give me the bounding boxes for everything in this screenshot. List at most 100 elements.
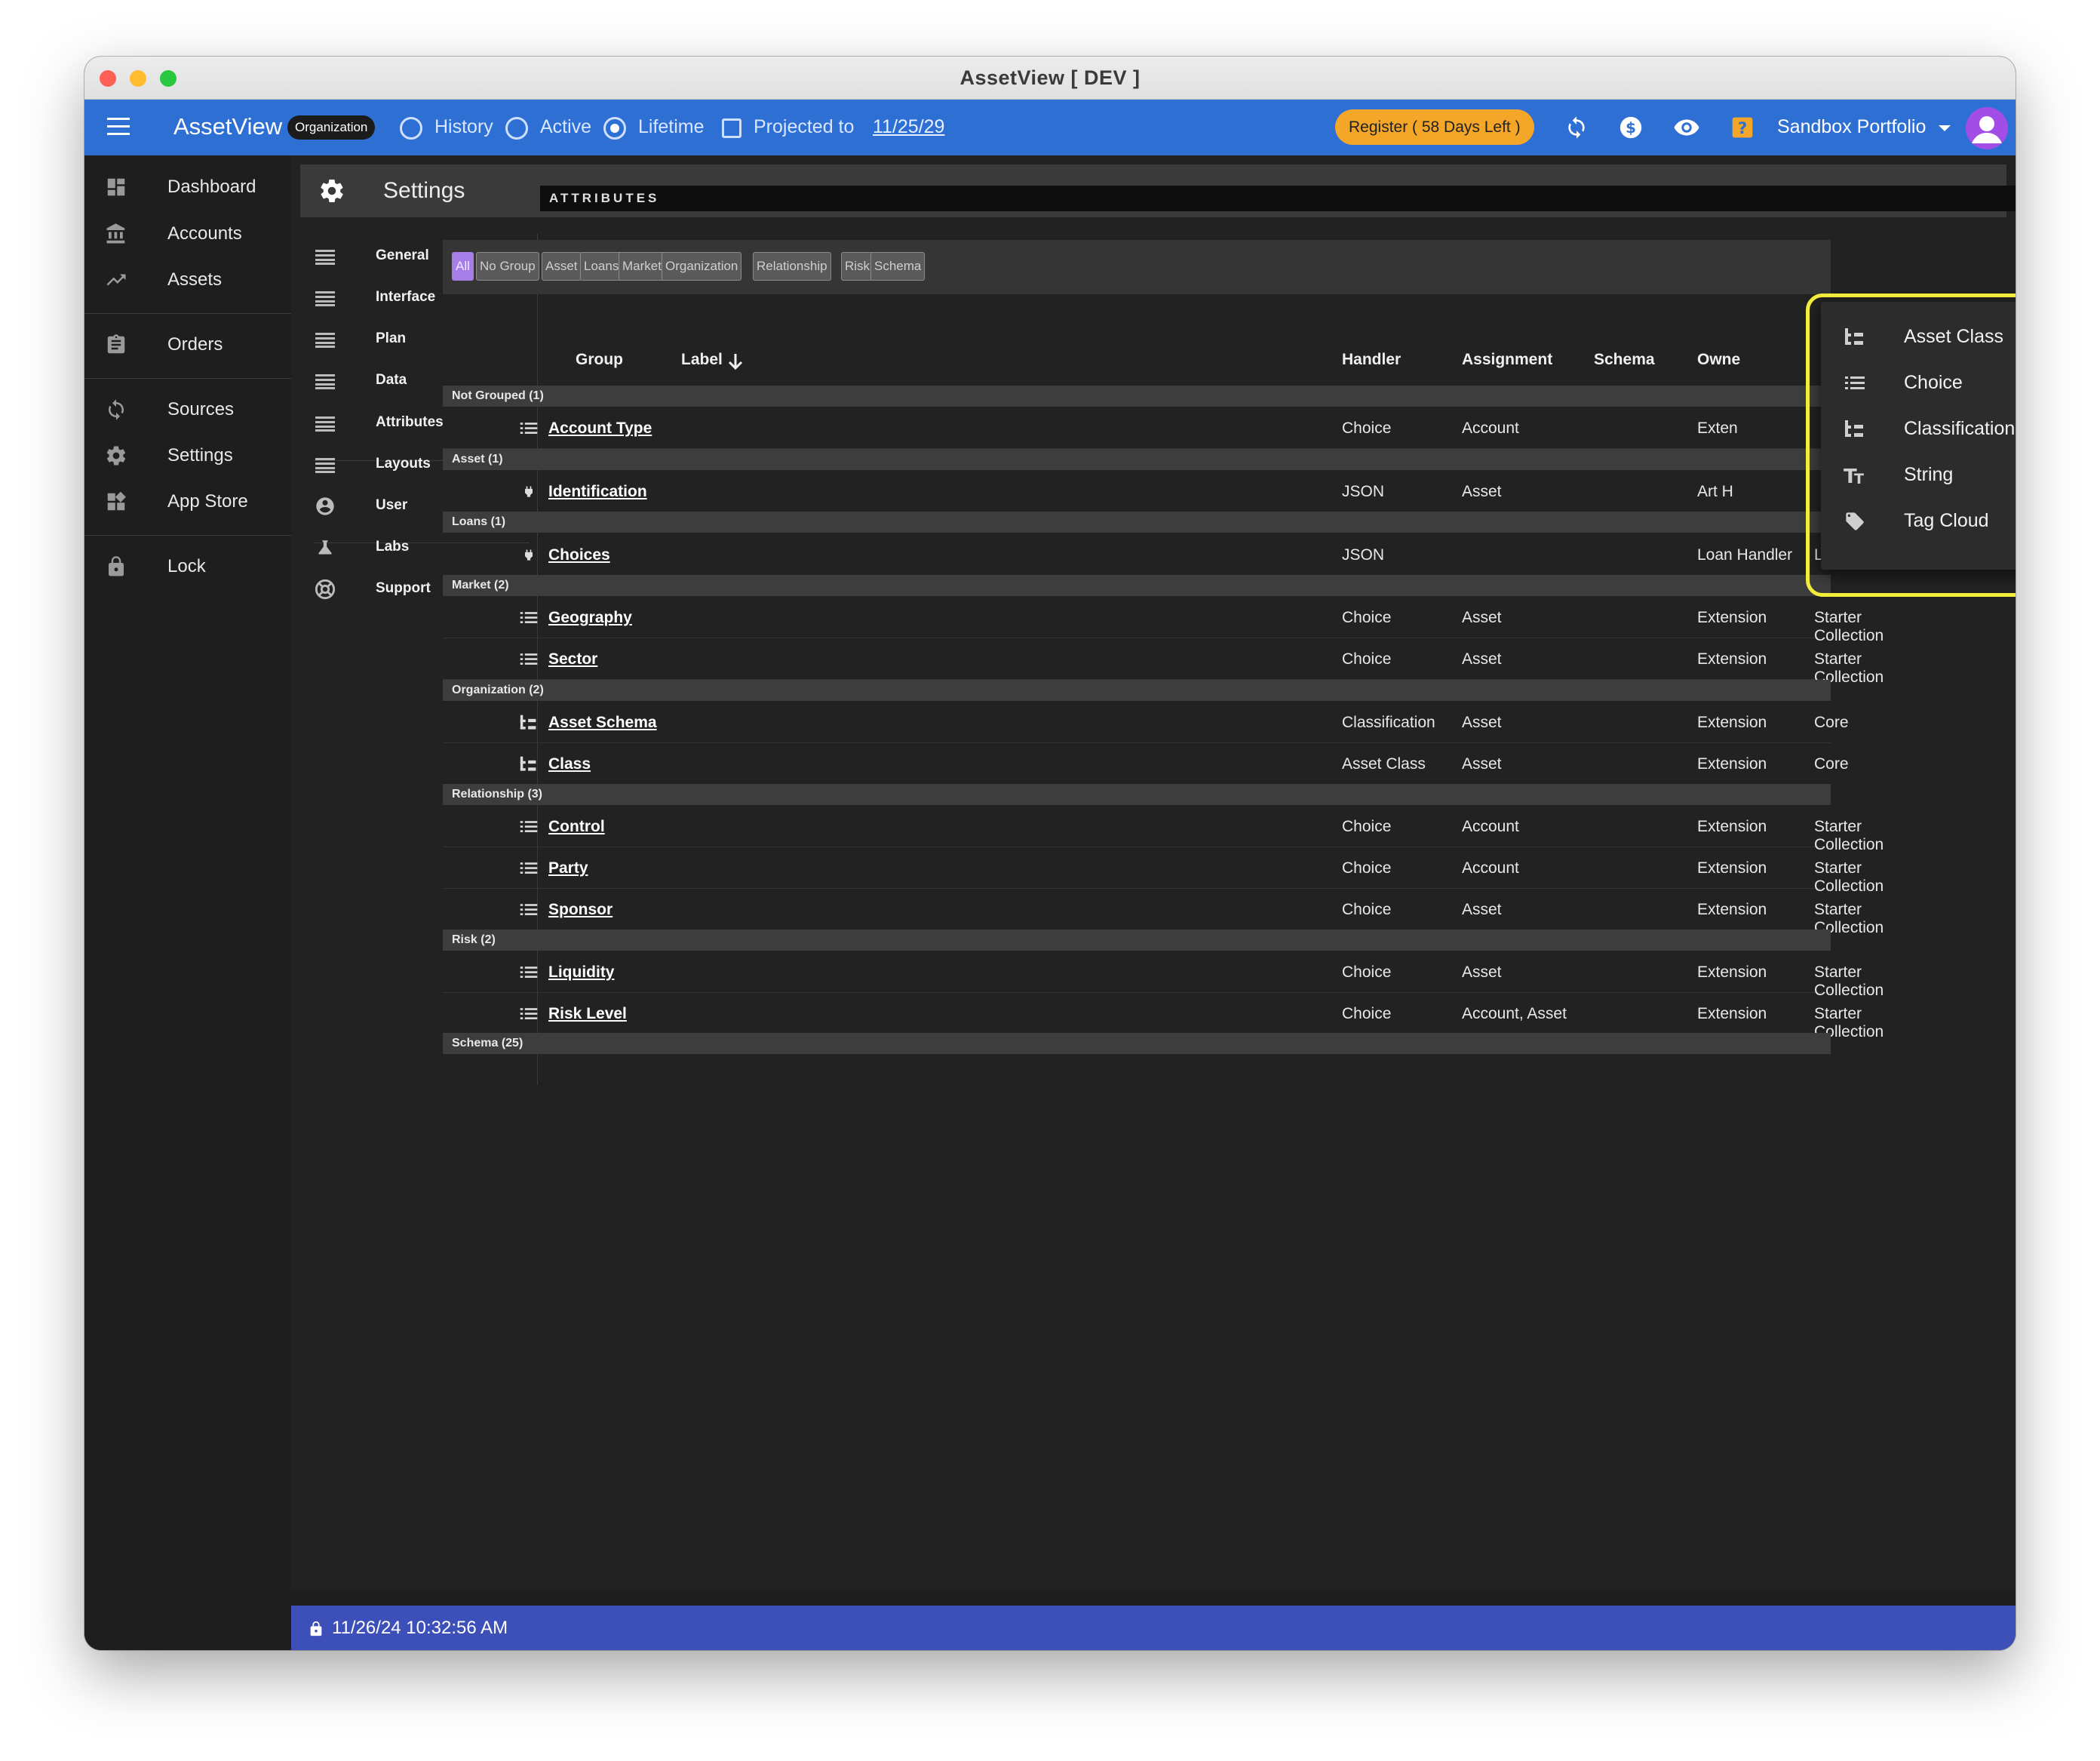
attribute-label-link[interactable]: Sector [548, 650, 597, 668]
table-row[interactable]: Asset Schema Classification Asset Extension… [443, 702, 1849, 743]
table-row[interactable]: Geography Choice Asset Extension Starter Col… [443, 597, 1884, 644]
attributes-header: ATTRIBUTES [540, 186, 2016, 211]
group-row[interactable]: Asset (1) [443, 449, 1831, 470]
lock-icon[interactable] [308, 1619, 324, 1637]
table-row[interactable]: Sponsor Choice Asset Extension Starter Colle… [443, 889, 1884, 936]
sidebar-item-assets[interactable]: Assets [84, 259, 291, 301]
attribute-label-link[interactable]: Geography [548, 609, 632, 627]
column-header-assignment[interactable]: Assignment [1462, 351, 1552, 369]
eye-icon[interactable] [1673, 114, 1700, 141]
active-label[interactable]: Active [540, 116, 591, 138]
organization-badge[interactable]: Organization [287, 115, 376, 140]
table-row[interactable]: Control Choice Account Extension Starter Col… [443, 806, 1884, 853]
group-row[interactable]: Market (2) [443, 575, 1831, 596]
widgets-icon [103, 488, 130, 515]
sidebar-item-dashboard[interactable]: Dashboard [84, 166, 291, 208]
column-header-group[interactable]: Group [576, 351, 623, 369]
attribute-label-link[interactable]: Account Type [548, 420, 652, 438]
subnav-item-plan[interactable]: Plan [314, 318, 530, 360]
column-header-owner[interactable]: Owne [1697, 351, 1740, 369]
subnav-item-label: Data [376, 372, 407, 388]
avatar[interactable] [1966, 107, 2008, 149]
refresh-icon[interactable] [1563, 114, 1590, 141]
attribute-label-link[interactable]: Asset Schema [548, 714, 657, 732]
attribute-label-link[interactable]: Party [548, 859, 588, 877]
cell-assignment: Asset [1462, 963, 1502, 981]
chevron-down-icon[interactable] [1939, 125, 1951, 131]
column-header-label[interactable]: Label [681, 351, 723, 369]
cell-assignment: Asset [1462, 609, 1502, 626]
history-label[interactable]: History [434, 116, 493, 138]
status-bar: 11/26/24 10:32:56 AM [291, 1606, 2016, 1650]
attribute-label-link[interactable]: Liquidity [548, 963, 615, 982]
attribute-label-link[interactable]: Class [548, 755, 591, 773]
sidebar-item-lock[interactable]: Lock [84, 546, 291, 588]
table-row[interactable]: Class Asset Class Asset Extension Core [443, 743, 1849, 785]
sidebar-item-app-store[interactable]: App Store [84, 481, 291, 523]
cell-owner: Extension [1697, 963, 1767, 981]
cell-assignment: Asset [1462, 650, 1502, 668]
attribute-label-link[interactable]: Sponsor [548, 901, 612, 919]
portfolio-selector[interactable]: Sandbox Portfolio [1777, 116, 1926, 138]
table-row[interactable]: Risk Level Choice Account, Asset Extension S… [443, 993, 1884, 1040]
filter-chip-relationship[interactable]: Relationship [753, 252, 831, 281]
attribute-label-link[interactable]: Control [548, 818, 605, 836]
sidebar-item-orders[interactable]: Orders [84, 324, 291, 366]
highlight-annotation [1806, 294, 2016, 597]
sidebar-divider [84, 313, 291, 314]
attribute-label-link[interactable]: Risk Level [548, 1005, 627, 1023]
subnav-item-label: User [376, 497, 408, 513]
app-brand[interactable]: AssetView [173, 113, 282, 140]
column-header-schema[interactable]: Schema [1594, 351, 1655, 369]
projected-date-link[interactable]: 11/25/29 [873, 116, 944, 138]
attribute-label-link[interactable]: Identification [548, 483, 647, 501]
bank-icon [103, 220, 130, 247]
group-row[interactable]: Risk (2) [443, 930, 1831, 951]
minimize-window-button[interactable] [130, 70, 146, 87]
table-row[interactable]: Identification JSON Asset Art H [443, 471, 1831, 512]
active-radio[interactable] [505, 117, 528, 140]
attribute-label-link[interactable]: Choices [548, 546, 610, 564]
filter-chip-all[interactable]: All [452, 252, 474, 281]
group-label: Not Grouped (1) [452, 389, 544, 402]
dollar-icon[interactable]: $ [1617, 114, 1644, 141]
group-row[interactable]: Schema (25) [443, 1033, 1831, 1054]
filter-chip-risk[interactable]: Risk [841, 252, 874, 281]
lifetime-label[interactable]: Lifetime [638, 116, 705, 138]
column-header-handler[interactable]: Handler [1342, 351, 1401, 369]
group-row[interactable]: Loans (1) [443, 512, 1831, 533]
table-row[interactable]: Sector Choice Asset Extension Starter Collec… [443, 638, 1884, 686]
sidebar-item-accounts[interactable]: Accounts [84, 213, 291, 255]
close-window-button[interactable] [100, 70, 116, 87]
lifetime-radio[interactable] [603, 117, 626, 140]
register-button[interactable]: Register ( 58 Days Left ) [1335, 109, 1534, 145]
filter-chip-organization[interactable]: Organization [662, 252, 742, 281]
table-row[interactable]: Liquidity Choice Asset Extension Starter Col… [443, 951, 1884, 999]
filter-chip-asset[interactable]: Asset [542, 252, 582, 281]
group-row[interactable]: Relationship (3) [443, 784, 1831, 805]
subnav-item-label: Interface [376, 289, 436, 305]
lines-icon [314, 287, 336, 309]
sidebar-item-sources[interactable]: Sources [84, 389, 291, 431]
cell-assignment: Asset [1462, 755, 1502, 773]
history-radio[interactable] [400, 117, 422, 140]
filter-chip-loans[interactable]: Loans [580, 252, 623, 281]
arrow-down-icon[interactable] [727, 352, 744, 374]
table-row[interactable]: Party Choice Account Extension Starter Colle… [443, 847, 1884, 895]
table-row[interactable]: Account Type Choice Account Exten [443, 407, 1831, 449]
filter-chip-market[interactable]: Market [619, 252, 665, 281]
group-row[interactable]: Organization (2) [443, 680, 1831, 701]
sidebar-item-label: Lock [167, 556, 206, 576]
projected-label[interactable]: Projected to [754, 116, 854, 138]
filter-chip-no-group[interactable]: No Group [476, 252, 539, 281]
sidebar-item-settings[interactable]: Settings [84, 435, 291, 477]
group-label: Asset (1) [452, 453, 503, 466]
projected-checkbox[interactable] [722, 118, 741, 138]
filter-chip-schema[interactable]: Schema [870, 252, 926, 281]
table-row[interactable]: ChoicesJSONLoan HandlerLoans [443, 534, 1857, 576]
cell-handler: Choice [1342, 420, 1392, 437]
zoom-window-button[interactable] [160, 70, 177, 87]
group-row[interactable]: Not Grouped (1) [443, 386, 1831, 407]
menu-icon[interactable] [107, 118, 130, 136]
help-icon[interactable]: ? [1729, 114, 1756, 141]
